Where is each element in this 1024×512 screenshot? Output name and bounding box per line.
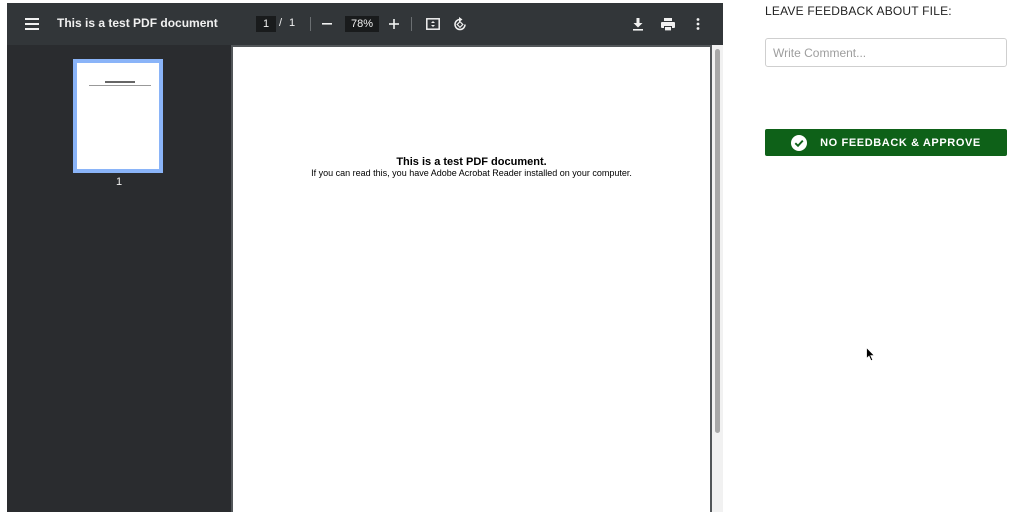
page-separator: /	[279, 17, 283, 29]
document-area: This is a test PDF document. If you can …	[231, 45, 723, 512]
toolbar-divider	[310, 17, 311, 31]
document-title: This is a test PDF document	[57, 16, 218, 30]
toolbar-divider	[411, 17, 412, 31]
pdf-viewer: This is a test PDF document 1 / 1 78% 1 …	[7, 3, 723, 512]
scrollbar-thumb[interactable]	[715, 49, 720, 433]
page-root: This is a test PDF document 1 / 1 78% 1 …	[0, 0, 1024, 512]
page-thumbnail[interactable]	[73, 59, 163, 173]
more-vertical-icon[interactable]	[685, 11, 711, 37]
comment-input[interactable]	[765, 38, 1007, 67]
pdf-toolbar: This is a test PDF document 1 / 1 78%	[7, 3, 723, 45]
pdf-page: This is a test PDF document. If you can …	[233, 47, 710, 512]
download-icon[interactable]	[625, 11, 651, 37]
menu-icon[interactable]	[19, 11, 45, 37]
approve-button[interactable]: NO FEEDBACK & APPROVE	[765, 129, 1007, 156]
page-total: 1	[289, 17, 296, 29]
document-heading: This is a test PDF document.	[396, 156, 547, 168]
thumbnail-sidebar: 1	[7, 45, 231, 512]
document-body-text: If you can read this, you have Adobe Acr…	[311, 168, 632, 178]
thumbnail-text-line	[105, 81, 135, 83]
minus-icon[interactable]	[314, 11, 340, 37]
feedback-heading: LEAVE FEEDBACK ABOUT FILE:	[765, 4, 952, 18]
fit-page-icon[interactable]	[420, 11, 446, 37]
vertical-scrollbar[interactable]	[712, 45, 723, 512]
zoom-level[interactable]: 78%	[345, 16, 379, 32]
page-number-input[interactable]: 1	[256, 16, 276, 32]
check-circle-icon	[791, 134, 808, 151]
plus-icon[interactable]	[381, 11, 407, 37]
print-icon[interactable]	[655, 11, 681, 37]
rotate-icon[interactable]	[447, 11, 473, 37]
approve-button-label: NO FEEDBACK & APPROVE	[820, 136, 981, 149]
mouse-pointer-icon	[866, 346, 876, 362]
thumbnail-page-number: 1	[115, 176, 123, 188]
thumbnail-text-line	[89, 85, 151, 86]
